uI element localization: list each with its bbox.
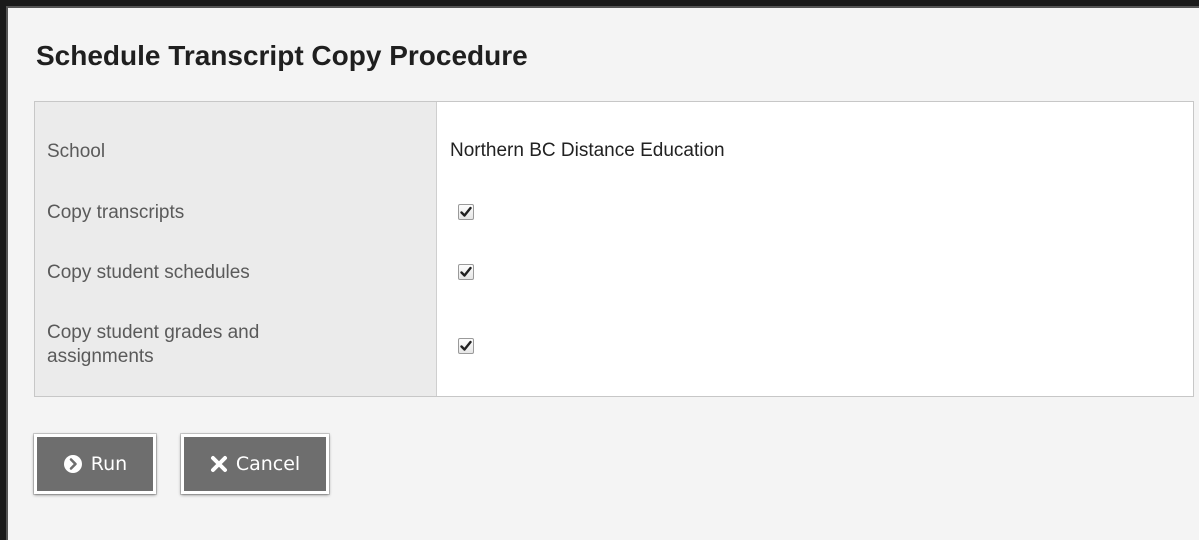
procedure-dialog: Schedule Transcript Copy Procedure Schoo… <box>0 0 1199 540</box>
school-value: Northern BC Distance Education <box>450 140 725 161</box>
procedure-form: School Northern BC Distance Education Co… <box>34 101 1194 397</box>
copy-schedules-checkbox[interactable] <box>458 264 474 280</box>
copy-schedules-label: Copy student schedules <box>47 262 250 283</box>
cancel-button[interactable]: Cancel <box>181 434 329 494</box>
school-label: School <box>47 141 106 162</box>
x-icon <box>210 455 228 473</box>
copy-transcripts-label: Copy transcripts <box>47 202 185 223</box>
checkmark-icon <box>460 266 472 277</box>
dialog-title: Schedule Transcript Copy Procedure <box>36 40 528 71</box>
run-button-label: Run <box>90 453 128 475</box>
arrow-circle-right-icon <box>63 454 83 474</box>
copy-grades-label-line1: Copy student grades and <box>47 322 260 343</box>
copy-grades-checkbox[interactable] <box>458 338 474 354</box>
copy-transcripts-checkbox[interactable] <box>458 204 474 220</box>
run-button[interactable]: Run <box>34 434 156 494</box>
cancel-button-label: Cancel <box>235 453 301 475</box>
checkmark-icon <box>460 340 472 351</box>
checkmark-icon <box>460 206 472 217</box>
copy-grades-label: Copy student grades and assignments <box>47 321 259 369</box>
copy-grades-label-line2: assignments <box>47 346 154 367</box>
